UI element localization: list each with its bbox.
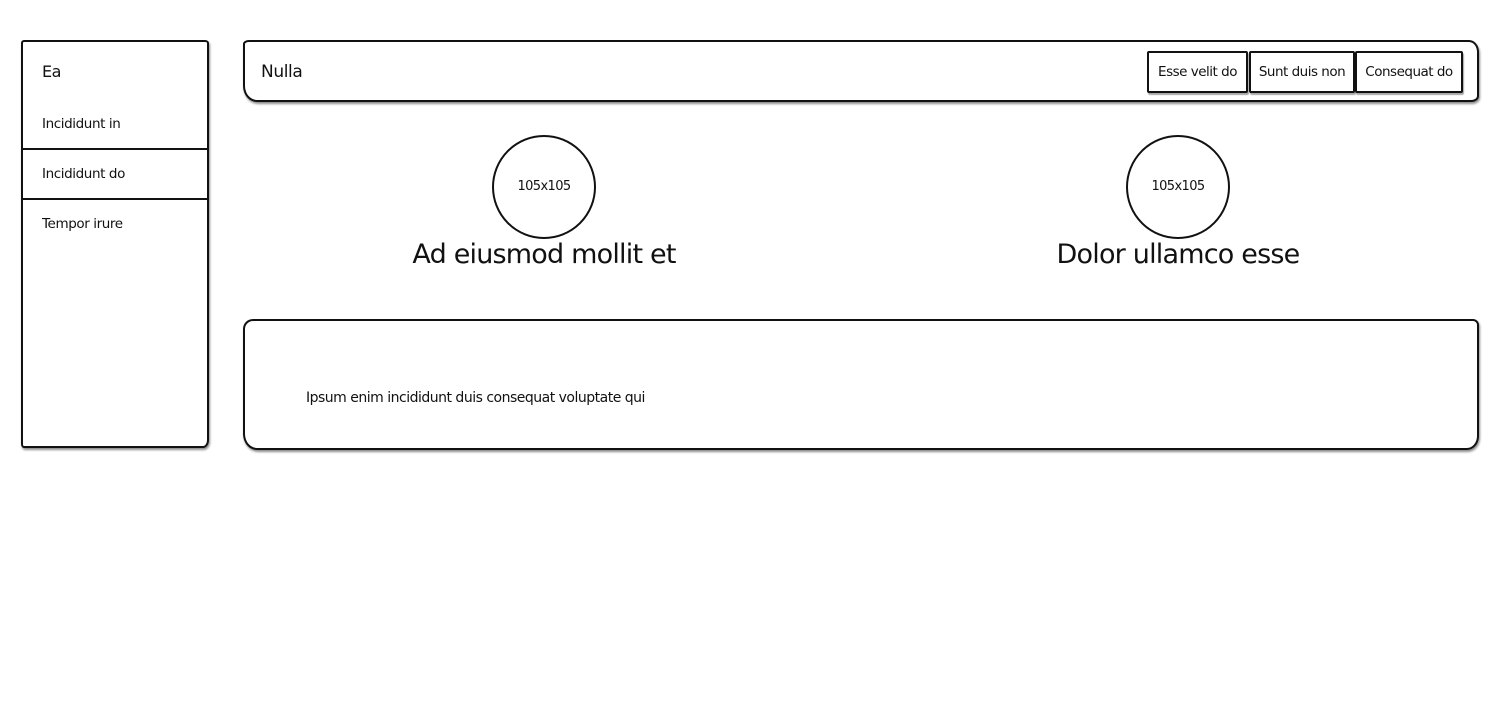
- avatar: 105x105: [1126, 135, 1230, 239]
- sidebar-item-incididunt-do[interactable]: Incididunt do: [23, 150, 207, 200]
- consequat-do-button[interactable]: Consequat do: [1355, 51, 1463, 93]
- sidebar-item-incididunt-in[interactable]: Incididunt in: [23, 100, 207, 150]
- esse-velit-do-button[interactable]: Esse velit do: [1147, 51, 1248, 93]
- sidebar-item-tempor-irure[interactable]: Tempor irure: [23, 200, 207, 250]
- sidebar-item-label: Tempor irure: [42, 216, 123, 232]
- content-text: Ipsum enim incididunt duis consequat vol…: [306, 390, 645, 406]
- avatar: 105x105: [492, 135, 596, 239]
- card-name: Dolor ullamco esse: [1056, 239, 1301, 270]
- sidebar-item-label: Incididunt in: [42, 116, 121, 132]
- sidebar-item-label: Incididunt do: [42, 166, 125, 182]
- profile-card: 105x105 Ad eiusmod mollit et: [364, 135, 724, 285]
- content-panel: Ipsum enim incididunt duis consequat vol…: [243, 319, 1479, 450]
- header-bar: Nulla Esse velit do Sunt duis non Conseq…: [243, 40, 1479, 102]
- card-name: Ad eiusmod mollit et: [412, 239, 676, 270]
- sidebar-title: Ea: [42, 62, 61, 81]
- sunt-duis-non-button[interactable]: Sunt duis non: [1249, 51, 1355, 93]
- sidebar: Ea Incididunt in Incididunt do Tempor ir…: [21, 40, 209, 448]
- profile-card: 105x105 Dolor ullamco esse: [998, 135, 1358, 285]
- header-title: Nulla: [261, 62, 303, 82]
- page: Ea Incididunt in Incididunt do Tempor ir…: [0, 0, 1500, 720]
